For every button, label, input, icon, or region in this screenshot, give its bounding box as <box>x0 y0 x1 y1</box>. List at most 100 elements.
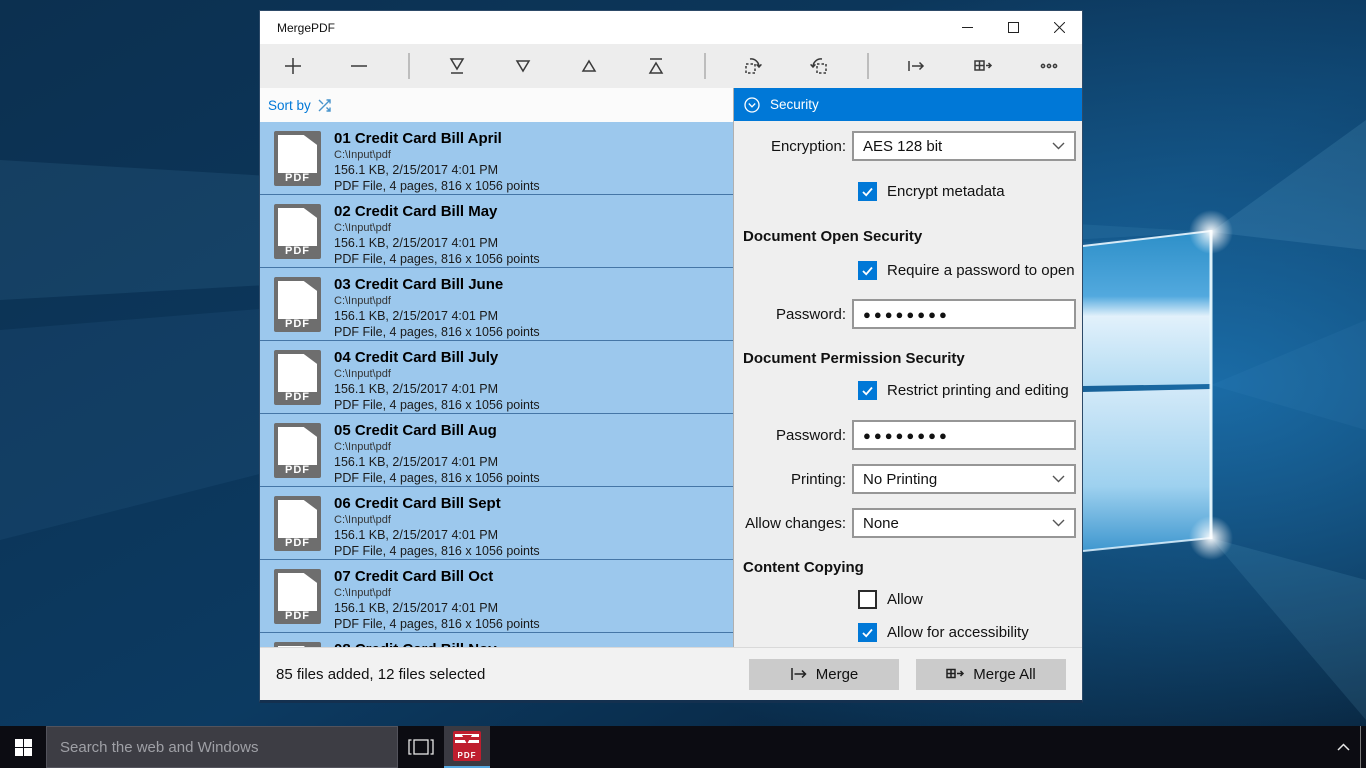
open-password-input[interactable]: ●●●●●●●● <box>852 299 1076 329</box>
file-name: 03 Credit Card Bill June <box>334 276 727 294</box>
window-title: MergePDF <box>277 21 335 35</box>
chevron-down-icon <box>1052 142 1065 150</box>
mergepdf-app-icon: PDF <box>453 731 481 761</box>
more-options-icon[interactable] <box>1016 44 1082 88</box>
show-desktop-button[interactable] <box>1360 726 1366 768</box>
file-path: C:\Input\pdf <box>334 440 727 454</box>
file-list-item[interactable]: PDF 01 Credit Card Bill April C:\Input\p… <box>260 122 733 195</box>
require-password-checkbox[interactable] <box>858 261 877 280</box>
file-name: 07 Credit Card Bill Oct <box>334 568 727 586</box>
file-name: 01 Credit Card Bill April <box>334 130 727 148</box>
search-placeholder: Search the web and Windows <box>60 739 258 756</box>
window-controls <box>944 11 1082 44</box>
merge-all-button[interactable]: Merge All <box>916 659 1066 690</box>
require-password-row: Require a password to open <box>858 261 1082 280</box>
move-up-icon[interactable] <box>556 44 622 88</box>
rotate-left-icon[interactable] <box>786 44 852 88</box>
file-size-date: 156.1 KB, 2/15/2017 4:01 PM <box>334 527 727 543</box>
move-to-top-icon[interactable] <box>622 44 688 88</box>
file-list-item[interactable]: PDF 05 Credit Card Bill Aug C:\Input\pdf… <box>260 414 733 487</box>
close-button[interactable] <box>1036 11 1082 44</box>
file-name: 08 Credit Card Bill Nov <box>334 641 727 647</box>
checkmark-icon <box>860 625 875 640</box>
encryption-value: AES 128 bit <box>863 138 942 155</box>
pdf-file-icon: PDF <box>274 131 321 186</box>
encryption-dropdown[interactable]: AES 128 bit <box>852 131 1076 161</box>
toolbar-separator <box>867 53 869 79</box>
remove-files-icon[interactable] <box>326 44 392 88</box>
file-list[interactable]: PDF 01 Credit Card Bill April C:\Input\p… <box>260 122 733 647</box>
sort-by-control[interactable]: Sort by <box>260 88 733 122</box>
taskbar-empty-area <box>490 726 1326 768</box>
permission-password-input[interactable]: ●●●●●●●● <box>852 420 1076 450</box>
encrypt-metadata-label: Encrypt metadata <box>887 183 1005 200</box>
file-list-item[interactable]: PDF 03 Credit Card Bill June C:\Input\pd… <box>260 268 733 341</box>
security-panel-header[interactable]: Security <box>734 88 1082 121</box>
restrict-printing-checkbox[interactable] <box>858 381 877 400</box>
file-list-item[interactable]: PDF 07 Credit Card Bill Oct C:\Input\pdf… <box>260 560 733 633</box>
file-path: C:\Input\pdf <box>334 148 727 162</box>
file-path: C:\Input\pdf <box>334 513 727 527</box>
restrict-printing-row: Restrict printing and editing <box>858 381 1082 400</box>
allow-accessibility-label: Allow for accessibility <box>887 624 1029 641</box>
printing-row: Printing: No Printing <box>743 464 1082 494</box>
file-name: 06 Credit Card Bill Sept <box>334 495 727 513</box>
add-files-icon[interactable] <box>260 44 326 88</box>
allow-copy-checkbox[interactable] <box>858 590 877 609</box>
file-list-item[interactable]: PDF 02 Credit Card Bill May C:\Input\pdf… <box>260 195 733 268</box>
file-list-item[interactable]: PDF 06 Credit Card Bill Sept C:\Input\pd… <box>260 487 733 560</box>
content-copying-header: Content Copying <box>743 558 1082 577</box>
move-down-icon[interactable] <box>490 44 556 88</box>
security-panel: Security Encryption: AES 128 bit <box>734 88 1082 647</box>
pdf-file-icon: PDF <box>274 204 321 259</box>
maximize-button[interactable] <box>990 11 1036 44</box>
merge-icon[interactable] <box>883 44 949 88</box>
open-password-label: Password: <box>743 306 852 323</box>
minimize-button[interactable] <box>944 11 990 44</box>
toolbar-separator <box>704 53 706 79</box>
chevron-down-icon <box>1052 475 1065 483</box>
merge-button[interactable]: Merge <box>749 659 899 690</box>
collapse-chevron-icon <box>743 96 761 114</box>
document-open-security-header: Document Open Security <box>743 227 1082 246</box>
security-panel-title: Security <box>770 97 819 112</box>
taskbar-search-input[interactable]: Search the web and Windows <box>46 726 398 768</box>
task-view-button[interactable] <box>398 726 444 768</box>
file-path: C:\Input\pdf <box>334 294 727 308</box>
file-type-pages: PDF File, 4 pages, 816 x 1056 points <box>334 251 727 267</box>
allow-changes-value: None <box>863 515 899 532</box>
encrypt-metadata-row: Encrypt metadata <box>858 182 1082 201</box>
merge-icon <box>790 667 808 681</box>
move-to-bottom-icon[interactable] <box>424 44 490 88</box>
file-type-pages: PDF File, 4 pages, 816 x 1056 points <box>334 178 727 194</box>
permission-password-row: Password: ●●●●●●●● <box>743 420 1082 450</box>
windows-logo-icon <box>15 739 32 756</box>
show-hidden-icons-button[interactable] <box>1326 726 1360 768</box>
file-name: 05 Credit Card Bill Aug <box>334 422 727 440</box>
file-list-item[interactable]: PDF 08 Credit Card Bill Nov C:\Input\pdf… <box>260 633 733 647</box>
open-password-row: Password: ●●●●●●●● <box>743 299 1082 329</box>
allow-accessibility-row: Allow for accessibility <box>858 623 1082 642</box>
allow-changes-dropdown[interactable]: None <box>852 508 1076 538</box>
file-size-date: 156.1 KB, 2/15/2017 4:01 PM <box>334 381 727 397</box>
pdf-file-icon: PDF <box>274 277 321 332</box>
taskbar: Search the web and Windows PDF <box>0 726 1366 768</box>
allow-copy-label: Allow <box>887 591 923 608</box>
printing-dropdown[interactable]: No Printing <box>852 464 1076 494</box>
file-list-item[interactable]: PDF 04 Credit Card Bill July C:\Input\pd… <box>260 341 733 414</box>
encrypt-metadata-checkbox[interactable] <box>858 182 877 201</box>
status-bar: 85 files added, 12 files selected Merge … <box>260 647 1082 700</box>
allow-accessibility-checkbox[interactable] <box>858 623 877 642</box>
permission-password-value: ●●●●●●●● <box>863 428 950 443</box>
file-size-date: 156.1 KB, 2/15/2017 4:01 PM <box>334 235 727 251</box>
start-button[interactable] <box>0 726 46 768</box>
file-name: 02 Credit Card Bill May <box>334 203 727 221</box>
taskbar-mergepdf-app-button[interactable]: PDF <box>444 726 490 768</box>
merge-all-icon[interactable] <box>949 44 1015 88</box>
rotate-right-icon[interactable] <box>720 44 786 88</box>
require-password-label: Require a password to open <box>887 262 1075 279</box>
merge-button-label: Merge <box>816 666 859 683</box>
allow-changes-label: Allow changes: <box>743 515 852 532</box>
sort-icon <box>318 99 332 112</box>
encryption-label: Encryption: <box>743 138 852 155</box>
